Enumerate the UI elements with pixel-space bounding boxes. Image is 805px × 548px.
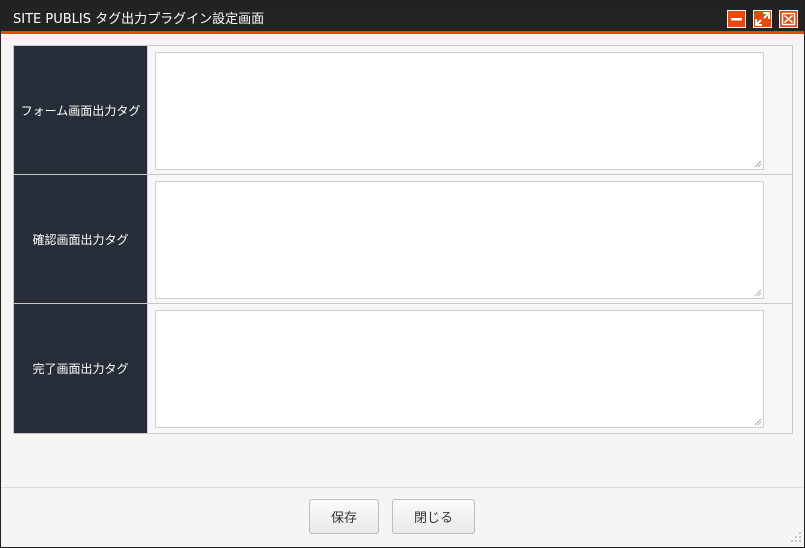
tag-settings-form: フォーム画面出力タグ 確認画面出力タグ 完了画面出力タグ bbox=[13, 45, 793, 434]
confirm-screen-tag-label: 確認画面出力タグ bbox=[32, 232, 129, 247]
close-button[interactable]: 閉じる bbox=[392, 499, 475, 534]
maximize-icon bbox=[755, 12, 770, 26]
form-row-complete-screen: 完了画面出力タグ bbox=[14, 304, 792, 433]
plugin-settings-dialog: SITE PUBLIS タグ出力プラグイン設定画面 フォーム画面出力タグ 確認画… bbox=[0, 0, 805, 548]
close-window-button[interactable] bbox=[779, 10, 798, 28]
window-title: SITE PUBLIS タグ出力プラグイン設定画面 bbox=[13, 12, 265, 27]
dialog-content: フォーム画面出力タグ 確認画面出力タグ 完了画面出力タグ bbox=[1, 35, 804, 487]
form-row-confirm-screen: 確認画面出力タグ bbox=[14, 175, 792, 304]
form-screen-tag-textarea[interactable] bbox=[155, 52, 764, 170]
confirm-screen-tag-textarea[interactable] bbox=[155, 181, 764, 299]
title-bar[interactable]: SITE PUBLIS タグ出力プラグイン設定画面 bbox=[1, 1, 804, 34]
maximize-button[interactable] bbox=[753, 10, 772, 28]
form-screen-tag-label: フォーム画面出力タグ bbox=[20, 103, 141, 118]
complete-screen-tag-label: 完了画面出力タグ bbox=[32, 362, 129, 376]
dialog-footer: 保存 閉じる bbox=[1, 487, 804, 547]
save-button[interactable]: 保存 bbox=[309, 499, 379, 534]
row-input-cell bbox=[147, 175, 792, 303]
complete-screen-tag-textarea[interactable] bbox=[155, 310, 764, 428]
minimize-button[interactable] bbox=[727, 10, 746, 28]
row-label-cell: フォーム画面出力タグ bbox=[14, 46, 147, 174]
row-input-cell bbox=[147, 304, 792, 433]
minimize-icon bbox=[731, 18, 742, 21]
row-label-cell: 完了画面出力タグ bbox=[14, 304, 147, 433]
close-icon bbox=[781, 12, 796, 26]
window-resize-grip-icon[interactable] bbox=[785, 528, 803, 546]
row-label-cell: 確認画面出力タグ bbox=[14, 175, 147, 303]
row-input-cell bbox=[147, 46, 792, 174]
form-row-form-screen: フォーム画面出力タグ bbox=[14, 46, 792, 175]
